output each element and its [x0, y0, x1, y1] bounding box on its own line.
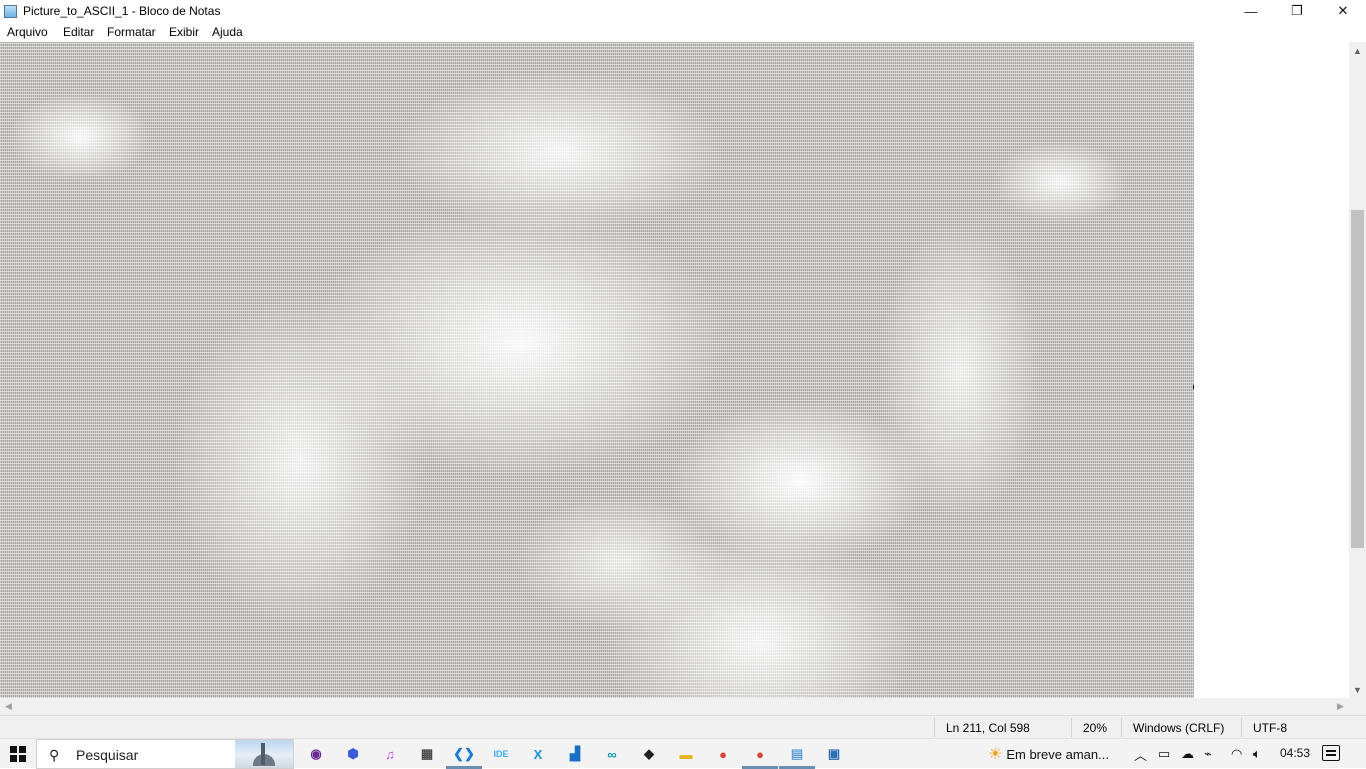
status-separator — [934, 718, 935, 737]
status-line-ending: Windows (CRLF) — [1133, 721, 1225, 735]
taskbar-clock[interactable]: 04:53 — [1280, 746, 1310, 760]
status-separator — [1071, 718, 1072, 737]
scroll-up-arrow-icon[interactable]: ▲ — [1349, 42, 1366, 59]
weather-sun-icon: ☀ — [988, 746, 1003, 763]
menu-exibir[interactable]: Exibir — [169, 25, 199, 39]
meet-now-icon[interactable]: ▭ — [1158, 739, 1170, 769]
arduino-icon[interactable]: ∞ — [602, 744, 622, 764]
chrome-icon[interactable]: ● — [713, 744, 733, 764]
menu-arquivo[interactable]: Arquivo — [7, 25, 48, 39]
menu-bar: Arquivo Editar Formatar Exibir Ajuda — [0, 22, 1366, 42]
xampp-icon[interactable]: X — [528, 744, 548, 764]
show-hidden-icons-button[interactable]: ︿ — [1134, 739, 1147, 769]
ascii-art-content — [0, 42, 1194, 698]
vertical-scrollbar[interactable]: ▲ ▼ — [1349, 42, 1366, 698]
search-highlight-image — [235, 740, 293, 768]
itunes-icon[interactable]: ♫ — [380, 744, 400, 764]
weather-widget[interactable]: ☀ Em breve aman... — [988, 739, 1109, 769]
scrollbar-corner — [1349, 698, 1366, 715]
battery-plug-icon[interactable]: ⌁ — [1204, 739, 1212, 769]
weather-text: Em breve aman... — [1006, 746, 1109, 762]
title-bar: Picture_to_ASCII_1 - Bloco de Notas — ❐ … — [0, 0, 1366, 22]
vertical-scroll-thumb[interactable] — [1351, 210, 1364, 548]
scroll-down-arrow-icon[interactable]: ▼ — [1349, 681, 1366, 698]
close-button[interactable]: ✕ — [1320, 0, 1366, 22]
terminal-icon[interactable]: ▣ — [824, 744, 844, 764]
podcast-app-icon[interactable]: ◉ — [306, 744, 326, 764]
notepad-app-icon — [4, 5, 17, 18]
status-separator — [1121, 718, 1122, 737]
taskbar-search-box[interactable]: ⚲ Pesquisar — [36, 739, 294, 769]
search-placeholder: Pesquisar — [76, 747, 139, 763]
chevron-up-icon: ︿ — [1134, 747, 1148, 763]
calculator-icon[interactable]: ▦ — [417, 744, 437, 764]
text-editor[interactable] — [0, 42, 1349, 698]
status-separator — [1241, 718, 1242, 737]
scroll-left-arrow-icon[interactable]: ◀ — [0, 698, 17, 715]
taskbar: ⚲ Pesquisar ◉ ⬢ ♫ ▦ ❮❯ IDE X ▟ ∞ ◆ ▬ ● ● ▤ ▣ ☀ Em brev… — [0, 738, 1366, 769]
minimize-button[interactable]: — — [1228, 0, 1274, 22]
text-caret — [1193, 385, 1194, 389]
inkscape-icon[interactable]: ◆ — [639, 744, 659, 764]
wifi-icon[interactable]: ◠ — [1231, 739, 1242, 769]
menu-formatar[interactable]: Formatar — [107, 25, 156, 39]
cube-app-icon[interactable]: ⬢ — [343, 744, 363, 764]
window-title: Picture_to_ASCII_1 - Bloco de Notas — [23, 4, 221, 18]
file-explorer-icon[interactable]: ▬ — [676, 744, 696, 764]
onedrive-cloud-icon[interactable]: ☁ — [1181, 739, 1194, 769]
ide-icon[interactable]: IDE — [491, 744, 511, 764]
menu-editar[interactable]: Editar — [63, 25, 94, 39]
status-bar: Ln 211, Col 598 20% Windows (CRLF) UTF-8 — [0, 715, 1366, 738]
windows-logo-icon — [10, 746, 26, 762]
chrome-profile-icon[interactable]: ● — [750, 744, 770, 764]
search-icon: ⚲ — [49, 747, 60, 763]
scroll-right-arrow-icon[interactable]: ▶ — [1332, 698, 1349, 715]
vscode-icon[interactable]: ❮❯ — [453, 744, 475, 764]
menu-ajuda[interactable]: Ajuda — [212, 25, 243, 39]
notification-center-icon[interactable] — [1322, 745, 1340, 761]
volume-icon[interactable]: 🔈︎ — [1253, 739, 1261, 769]
status-encoding: UTF-8 — [1253, 721, 1287, 735]
sublime-icon[interactable]: ▟ — [565, 744, 585, 764]
horizontal-scrollbar[interactable]: ◀ ▶ — [0, 698, 1349, 715]
maximize-button[interactable]: ❐ — [1274, 0, 1320, 22]
notepad-icon[interactable]: ▤ — [787, 744, 807, 764]
status-position: Ln 211, Col 598 — [946, 721, 1030, 735]
start-button[interactable] — [0, 739, 36, 769]
status-zoom: 20% — [1083, 721, 1108, 735]
